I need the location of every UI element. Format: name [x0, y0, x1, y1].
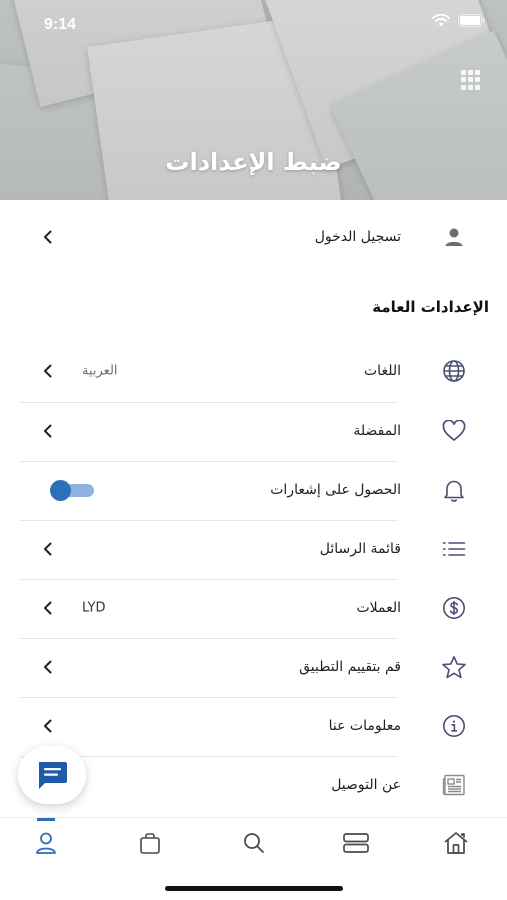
chevron-left-icon	[44, 542, 52, 556]
page-title: ضبط الإعدادات	[165, 148, 342, 176]
row-value: LYD	[82, 600, 106, 616]
globe-icon	[441, 358, 467, 384]
tab-home[interactable]	[436, 828, 476, 858]
settings-row-about[interactable]: معلومات عنا	[0, 697, 507, 755]
login-label: تسجيل الدخول	[314, 229, 401, 245]
battery-icon	[458, 14, 485, 27]
tab-profile[interactable]	[26, 828, 66, 858]
tab-cart[interactable]	[130, 828, 170, 858]
tab-search[interactable]	[234, 828, 274, 858]
user-icon	[441, 224, 467, 250]
settings-row-currencies[interactable]: العملات LYD	[0, 579, 507, 637]
list-icon	[441, 536, 467, 562]
wifi-icon	[432, 14, 450, 27]
chevron-left-icon	[44, 364, 52, 378]
layers-icon	[343, 833, 369, 853]
row-label: عن التوصيل	[331, 777, 401, 793]
chevron-left-icon	[44, 601, 52, 615]
settings-row-languages[interactable]: اللغات العربية	[0, 342, 507, 400]
bag-icon	[140, 833, 160, 854]
active-tab-indicator	[37, 818, 55, 821]
login-row[interactable]: تسجيل الدخول	[0, 208, 507, 266]
tab-categories[interactable]	[336, 828, 376, 858]
chevron-left-icon	[44, 660, 52, 674]
heart-icon	[441, 418, 467, 444]
header-banner: 9:14 ضبط الإعدادات	[0, 0, 507, 200]
status-time: 9:14	[44, 16, 77, 33]
section-title-general: الإعدادات العامة	[372, 298, 489, 316]
row-label: قائمة الرسائل	[319, 541, 401, 557]
row-label: العملات	[356, 600, 401, 616]
settings-row-messages[interactable]: قائمة الرسائل	[0, 520, 507, 578]
status-icons	[432, 14, 485, 27]
row-label: الحصول على إشعارات	[270, 482, 401, 498]
chat-button[interactable]	[18, 746, 86, 804]
home-icon	[444, 832, 468, 854]
apps-grid-icon[interactable]	[461, 70, 483, 90]
row-label: المفضلة	[353, 423, 401, 439]
home-indicator	[165, 886, 343, 891]
chevron-left-icon	[44, 230, 52, 244]
bell-icon	[441, 477, 467, 503]
chevron-left-icon	[44, 719, 52, 733]
info-icon	[441, 713, 467, 739]
chat-icon	[39, 762, 67, 789]
row-label: اللغات	[364, 363, 401, 379]
notifications-toggle[interactable]	[50, 480, 96, 501]
settings-row-notifications: الحصول على إشعارات	[0, 461, 507, 519]
search-icon	[244, 833, 264, 853]
chevron-left-icon	[44, 424, 52, 438]
newspaper-icon	[441, 772, 467, 798]
settings-row-rate-app[interactable]: قم بتقييم التطبيق	[0, 638, 507, 696]
user-icon	[36, 832, 56, 854]
row-label: قم بتقييم التطبيق	[299, 659, 401, 675]
dollar-icon	[441, 595, 467, 621]
row-value: العربية	[82, 363, 118, 379]
settings-row-favorites[interactable]: المفضلة	[0, 402, 507, 460]
star-icon	[441, 654, 467, 680]
row-label: معلومات عنا	[328, 718, 401, 734]
